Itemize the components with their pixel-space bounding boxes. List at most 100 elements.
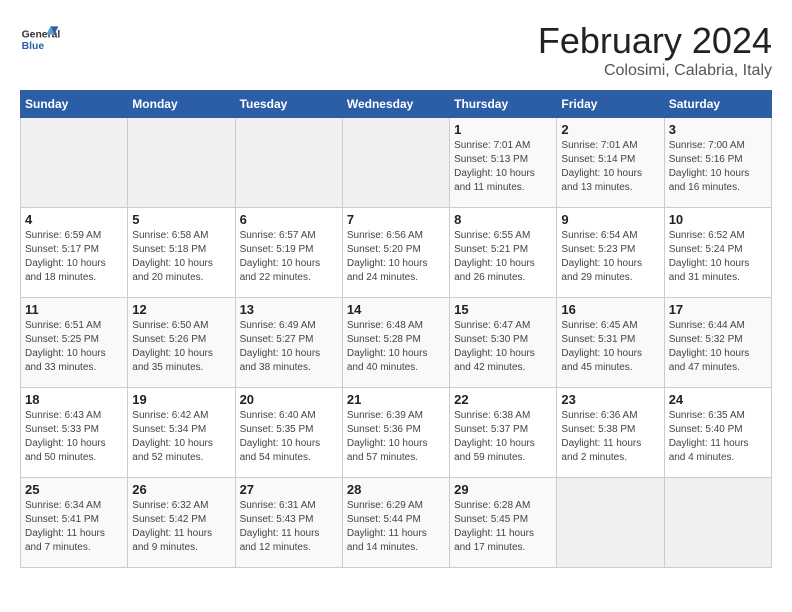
day-info: Sunrise: 6:49 AM Sunset: 5:27 PM Dayligh… xyxy=(240,319,338,375)
day-info: Sunrise: 6:43 AM Sunset: 5:33 PM Dayligh… xyxy=(25,409,123,465)
header-thursday: Thursday xyxy=(450,91,557,118)
calendar-cell: 11 Sunrise: 6:51 AM Sunset: 5:25 PM Dayli… xyxy=(21,298,128,388)
calendar-cell: 19 Sunrise: 6:42 AM Sunset: 5:34 PM Dayli… xyxy=(128,388,235,478)
calendar-week-1: 4 Sunrise: 6:59 AM Sunset: 5:17 PM Daylig… xyxy=(21,208,772,298)
day-info: Sunrise: 6:42 AM Sunset: 5:34 PM Dayligh… xyxy=(132,409,230,465)
day-number: 2 xyxy=(561,122,659,137)
day-info: Sunrise: 6:48 AM Sunset: 5:28 PM Dayligh… xyxy=(347,319,445,375)
calendar-cell: 6 Sunrise: 6:57 AM Sunset: 5:19 PM Daylig… xyxy=(235,208,342,298)
header-wednesday: Wednesday xyxy=(342,91,449,118)
calendar-subtitle: Colosimi, Calabria, Italy xyxy=(538,62,772,80)
calendar-title: February 2024 xyxy=(538,20,772,62)
day-number: 25 xyxy=(25,482,123,497)
calendar-cell xyxy=(664,478,771,568)
day-info: Sunrise: 6:51 AM Sunset: 5:25 PM Dayligh… xyxy=(25,319,123,375)
calendar-cell: 1 Sunrise: 7:01 AM Sunset: 5:13 PM Daylig… xyxy=(450,118,557,208)
day-info: Sunrise: 6:44 AM Sunset: 5:32 PM Dayligh… xyxy=(669,319,767,375)
calendar-cell: 13 Sunrise: 6:49 AM Sunset: 5:27 PM Dayli… xyxy=(235,298,342,388)
day-info: Sunrise: 6:54 AM Sunset: 5:23 PM Dayligh… xyxy=(561,229,659,285)
day-number: 24 xyxy=(669,392,767,407)
calendar-cell: 26 Sunrise: 6:32 AM Sunset: 5:42 PM Dayli… xyxy=(128,478,235,568)
day-info: Sunrise: 6:59 AM Sunset: 5:17 PM Dayligh… xyxy=(25,229,123,285)
calendar-cell: 17 Sunrise: 6:44 AM Sunset: 5:32 PM Dayli… xyxy=(664,298,771,388)
day-number: 1 xyxy=(454,122,552,137)
logo-icon: General Blue xyxy=(20,20,60,60)
day-info: Sunrise: 6:38 AM Sunset: 5:37 PM Dayligh… xyxy=(454,409,552,465)
calendar-cell: 9 Sunrise: 6:54 AM Sunset: 5:23 PM Daylig… xyxy=(557,208,664,298)
calendar-cell xyxy=(235,118,342,208)
day-info: Sunrise: 6:35 AM Sunset: 5:40 PM Dayligh… xyxy=(669,409,767,465)
day-number: 6 xyxy=(240,212,338,227)
day-info: Sunrise: 6:58 AM Sunset: 5:18 PM Dayligh… xyxy=(132,229,230,285)
day-number: 8 xyxy=(454,212,552,227)
day-number: 17 xyxy=(669,302,767,317)
logo: General Blue xyxy=(20,20,64,60)
day-number: 15 xyxy=(454,302,552,317)
calendar-cell xyxy=(128,118,235,208)
header-friday: Friday xyxy=(557,91,664,118)
calendar-cell: 16 Sunrise: 6:45 AM Sunset: 5:31 PM Dayli… xyxy=(557,298,664,388)
calendar-cell: 10 Sunrise: 6:52 AM Sunset: 5:24 PM Dayli… xyxy=(664,208,771,298)
day-info: Sunrise: 6:28 AM Sunset: 5:45 PM Dayligh… xyxy=(454,499,552,555)
day-info: Sunrise: 7:01 AM Sunset: 5:14 PM Dayligh… xyxy=(561,139,659,195)
header-saturday: Saturday xyxy=(664,91,771,118)
day-number: 22 xyxy=(454,392,552,407)
calendar-week-3: 18 Sunrise: 6:43 AM Sunset: 5:33 PM Dayli… xyxy=(21,388,772,478)
day-number: 7 xyxy=(347,212,445,227)
day-info: Sunrise: 6:56 AM Sunset: 5:20 PM Dayligh… xyxy=(347,229,445,285)
header-monday: Monday xyxy=(128,91,235,118)
calendar-cell: 20 Sunrise: 6:40 AM Sunset: 5:35 PM Dayli… xyxy=(235,388,342,478)
day-info: Sunrise: 6:39 AM Sunset: 5:36 PM Dayligh… xyxy=(347,409,445,465)
day-number: 4 xyxy=(25,212,123,227)
day-number: 26 xyxy=(132,482,230,497)
day-number: 9 xyxy=(561,212,659,227)
calendar-cell: 18 Sunrise: 6:43 AM Sunset: 5:33 PM Dayli… xyxy=(21,388,128,478)
header-tuesday: Tuesday xyxy=(235,91,342,118)
weekday-header-row: Sunday Monday Tuesday Wednesday Thursday… xyxy=(21,91,772,118)
calendar-cell: 8 Sunrise: 6:55 AM Sunset: 5:21 PM Daylig… xyxy=(450,208,557,298)
calendar-cell: 3Sunrise: 7:00 AM Sunset: 5:16 PM Daylig… xyxy=(664,118,771,208)
calendar-week-2: 11 Sunrise: 6:51 AM Sunset: 5:25 PM Dayli… xyxy=(21,298,772,388)
calendar-cell: 21Sunrise: 6:39 AM Sunset: 5:36 PM Dayli… xyxy=(342,388,449,478)
day-info: Sunrise: 6:32 AM Sunset: 5:42 PM Dayligh… xyxy=(132,499,230,555)
title-block: February 2024 Colosimi, Calabria, Italy xyxy=(538,20,772,80)
day-info: Sunrise: 6:55 AM Sunset: 5:21 PM Dayligh… xyxy=(454,229,552,285)
day-info: Sunrise: 6:45 AM Sunset: 5:31 PM Dayligh… xyxy=(561,319,659,375)
day-number: 13 xyxy=(240,302,338,317)
day-number: 19 xyxy=(132,392,230,407)
calendar-table: Sunday Monday Tuesday Wednesday Thursday… xyxy=(20,90,772,568)
day-info: Sunrise: 7:01 AM Sunset: 5:13 PM Dayligh… xyxy=(454,139,552,195)
calendar-cell: 4 Sunrise: 6:59 AM Sunset: 5:17 PM Daylig… xyxy=(21,208,128,298)
day-info: Sunrise: 6:57 AM Sunset: 5:19 PM Dayligh… xyxy=(240,229,338,285)
day-number: 10 xyxy=(669,212,767,227)
calendar-cell: 7 Sunrise: 6:56 AM Sunset: 5:20 PM Daylig… xyxy=(342,208,449,298)
calendar-cell xyxy=(21,118,128,208)
calendar-cell: 25 Sunrise: 6:34 AM Sunset: 5:41 PM Dayli… xyxy=(21,478,128,568)
calendar-cell: 12Sunrise: 6:50 AM Sunset: 5:26 PM Dayli… xyxy=(128,298,235,388)
day-number: 16 xyxy=(561,302,659,317)
day-info: Sunrise: 6:36 AM Sunset: 5:38 PM Dayligh… xyxy=(561,409,659,465)
calendar-cell: 2 Sunrise: 7:01 AM Sunset: 5:14 PM Daylig… xyxy=(557,118,664,208)
calendar-week-4: 25 Sunrise: 6:34 AM Sunset: 5:41 PM Dayli… xyxy=(21,478,772,568)
header-sunday: Sunday xyxy=(21,91,128,118)
day-number: 28 xyxy=(347,482,445,497)
day-number: 23 xyxy=(561,392,659,407)
day-number: 11 xyxy=(25,302,123,317)
day-number: 5 xyxy=(132,212,230,227)
day-info: Sunrise: 6:52 AM Sunset: 5:24 PM Dayligh… xyxy=(669,229,767,285)
page-header: General Blue February 2024 Colosimi, Cal… xyxy=(20,20,772,80)
day-info: Sunrise: 6:29 AM Sunset: 5:44 PM Dayligh… xyxy=(347,499,445,555)
day-number: 20 xyxy=(240,392,338,407)
day-info: Sunrise: 6:50 AM Sunset: 5:26 PM Dayligh… xyxy=(132,319,230,375)
day-info: Sunrise: 6:47 AM Sunset: 5:30 PM Dayligh… xyxy=(454,319,552,375)
calendar-cell: 28 Sunrise: 6:29 AM Sunset: 5:44 PM Dayli… xyxy=(342,478,449,568)
calendar-cell: 14Sunrise: 6:48 AM Sunset: 5:28 PM Dayli… xyxy=(342,298,449,388)
day-number: 27 xyxy=(240,482,338,497)
day-number: 29 xyxy=(454,482,552,497)
day-number: 18 xyxy=(25,392,123,407)
day-info: Sunrise: 6:40 AM Sunset: 5:35 PM Dayligh… xyxy=(240,409,338,465)
calendar-cell: 27 Sunrise: 6:31 AM Sunset: 5:43 PM Dayli… xyxy=(235,478,342,568)
day-info: Sunrise: 6:34 AM Sunset: 5:41 PM Dayligh… xyxy=(25,499,123,555)
day-info: Sunrise: 6:31 AM Sunset: 5:43 PM Dayligh… xyxy=(240,499,338,555)
calendar-cell: 22 Sunrise: 6:38 AM Sunset: 5:37 PM Dayli… xyxy=(450,388,557,478)
